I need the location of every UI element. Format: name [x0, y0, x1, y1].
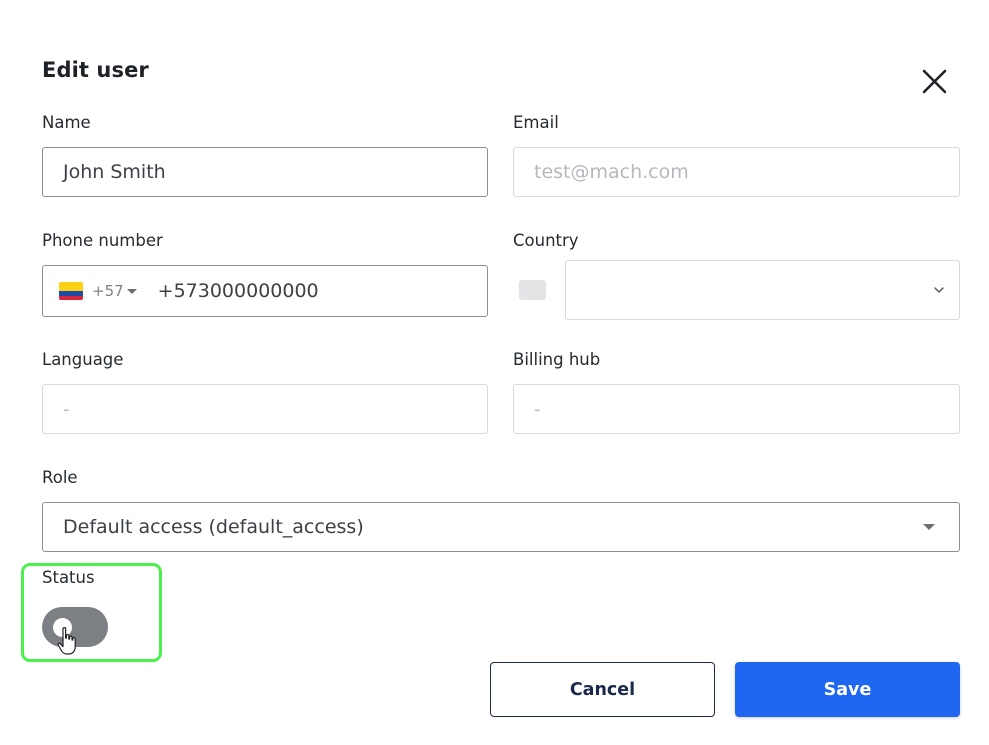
phone-field[interactable]: +57 +573000000000: [42, 265, 488, 317]
status-label: Status: [42, 568, 95, 587]
chevron-down-icon: [934, 287, 944, 293]
billing-hub-value: -: [534, 398, 541, 420]
role-select[interactable]: Default access (default_access): [42, 502, 960, 552]
billing-hub-input[interactable]: -: [513, 384, 960, 434]
save-button[interactable]: Save: [735, 662, 960, 717]
caret-down-icon: [923, 524, 935, 530]
name-label: Name: [42, 113, 91, 132]
role-label: Role: [42, 468, 78, 487]
colombia-flag-icon: [59, 282, 83, 300]
email-input[interactable]: test@mach.com: [513, 147, 960, 197]
country-flag-placeholder: [519, 280, 546, 300]
language-value: -: [63, 398, 70, 420]
caret-down-icon: [126, 289, 137, 294]
country-select[interactable]: [565, 260, 960, 320]
billing-hub-label: Billing hub: [513, 350, 601, 369]
dial-code: +57: [92, 282, 124, 300]
name-input[interactable]: John Smith: [42, 147, 488, 197]
name-value: John Smith: [63, 161, 166, 183]
country-label: Country: [513, 231, 579, 250]
phone-label: Phone number: [42, 231, 163, 250]
email-placeholder: test@mach.com: [534, 161, 689, 183]
role-value: Default access (default_access): [63, 516, 364, 538]
close-icon: [922, 69, 947, 94]
phone-input[interactable]: +573000000000: [158, 280, 319, 302]
cancel-button[interactable]: Cancel: [490, 662, 715, 717]
country-code-selector[interactable]: +57: [59, 282, 137, 300]
language-label: Language: [42, 350, 124, 369]
close-button[interactable]: [919, 66, 951, 98]
email-label: Email: [513, 113, 559, 132]
language-input[interactable]: -: [42, 384, 488, 434]
hand-pointer-icon: [57, 627, 76, 655]
dialog-title: Edit user: [42, 58, 149, 82]
